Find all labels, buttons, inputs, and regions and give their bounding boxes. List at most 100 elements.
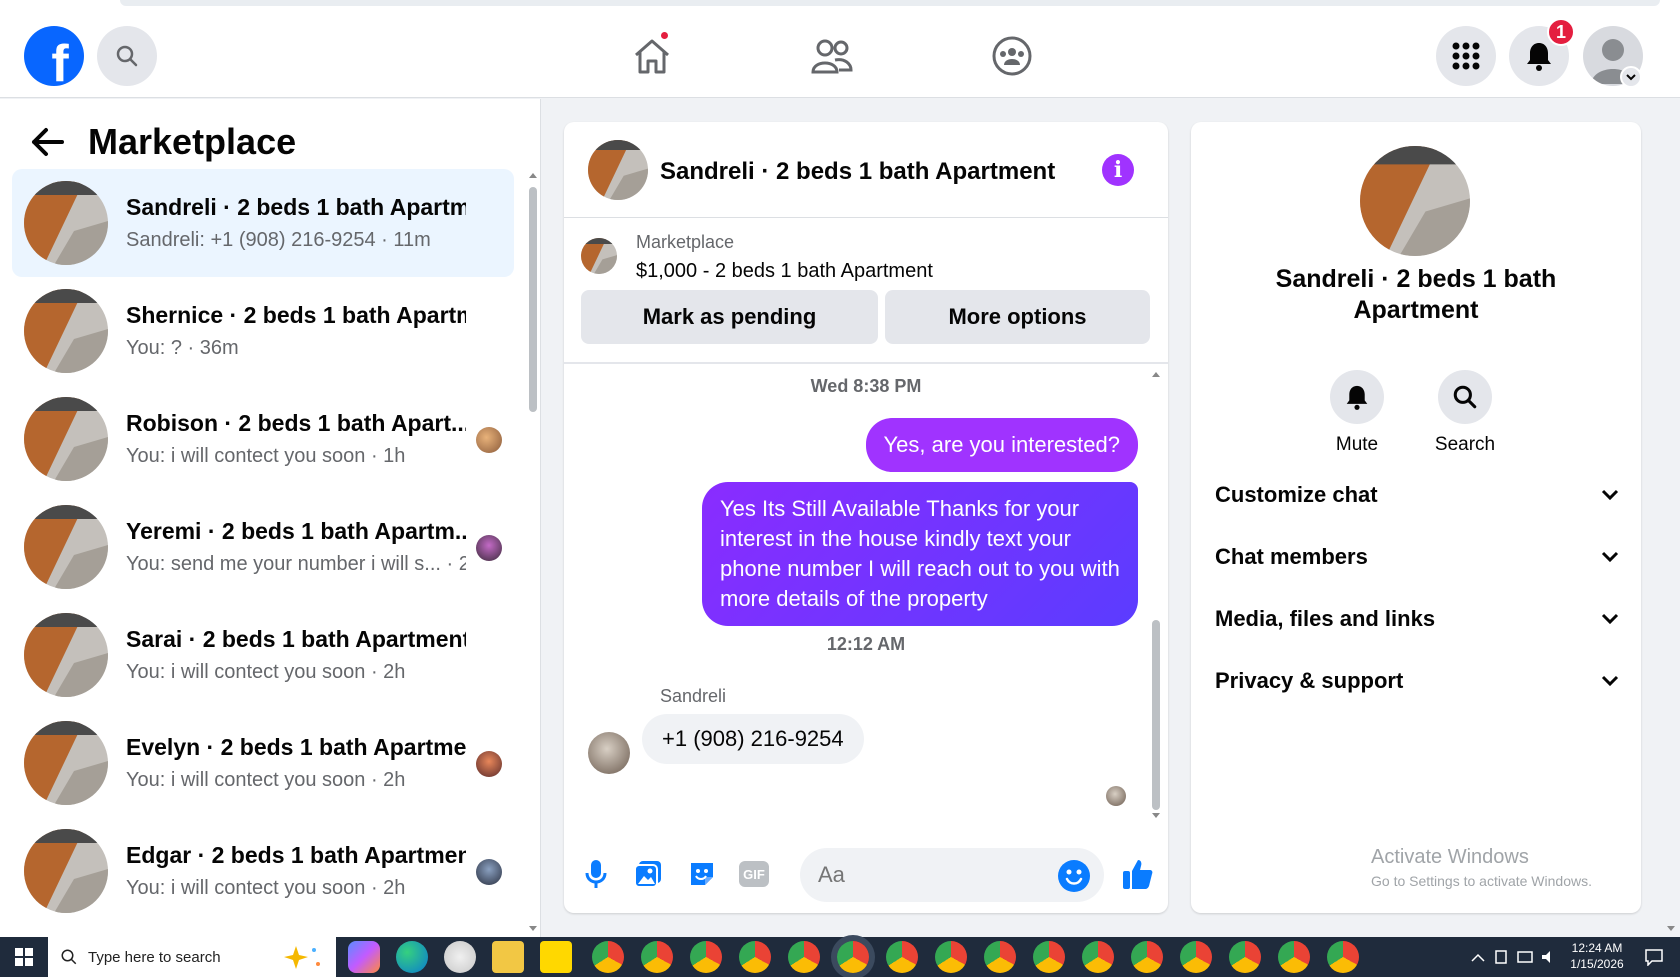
listing-title[interactable]: $1,000 - 2 beds 1 bath Apartment <box>636 260 933 283</box>
details-avatar[interactable] <box>1360 146 1470 256</box>
customize-chat-section[interactable]: Customize chat <box>1215 470 1619 520</box>
groups-icon <box>992 36 1032 76</box>
details-name: Sandreli · 2 beds 1 bath Apartment <box>1275 265 1557 324</box>
info-icon[interactable]: i <box>1102 154 1134 186</box>
chrome-app-icon-active[interactable] <box>837 941 869 973</box>
account-menu-chevron[interactable] <box>1620 66 1642 88</box>
chrome-app-icon[interactable] <box>886 941 918 973</box>
conversation-name: Edgar · 2 beds 1 bath Apartment <box>126 842 466 868</box>
notifications-button[interactable]: 1 <box>1509 18 1575 86</box>
edge-app-icon[interactable] <box>396 941 428 973</box>
chrome-app-icon[interactable] <box>641 941 673 973</box>
scroll-down-arrow-icon[interactable] <box>1150 812 1162 820</box>
incoming-message[interactable]: +1 (908) 216-9254 <box>642 714 864 764</box>
chrome-app-icon[interactable] <box>1278 941 1310 973</box>
chrome-app-icon[interactable] <box>1229 941 1261 973</box>
search-in-chat-action[interactable]: Search <box>1415 370 1515 456</box>
more-options-button[interactable]: More options <box>885 290 1150 344</box>
section-label: Chat members <box>1215 544 1368 569</box>
sticker-button[interactable] <box>682 854 722 894</box>
listing-category: Marketplace <box>636 232 735 252</box>
conversation-item[interactable]: Sarai · 2 beds 1 bath Apartment You: i wi… <box>12 601 514 709</box>
sender-avatar[interactable] <box>588 732 630 774</box>
scroll-down-arrow-icon[interactable] <box>1665 925 1677 933</box>
scroll-up-arrow-icon[interactable] <box>528 171 538 179</box>
scroll-up-arrow-icon[interactable] <box>1150 370 1162 378</box>
listing-thumbnail <box>24 721 108 805</box>
activate-windows-watermark: Activate Windows Go to Settings to activ… <box>1371 846 1592 889</box>
seen-avatar <box>476 427 502 453</box>
listing-thumbnail <box>24 181 108 265</box>
chrome-app-icon[interactable] <box>984 941 1016 973</box>
inbox-scrollbar[interactable] <box>528 169 538 931</box>
chat-avatar[interactable] <box>588 140 648 200</box>
chrome-app-icon[interactable] <box>1082 941 1114 973</box>
privacy-support-section[interactable]: Privacy & support <box>1215 656 1619 706</box>
media-files-links-section[interactable]: Media, files and links <box>1215 594 1619 644</box>
mute-action[interactable]: Mute <box>1307 370 1407 456</box>
sticky-notes-app-icon[interactable] <box>540 941 572 973</box>
voice-clip-button[interactable] <box>576 854 616 894</box>
thumbs-up-icon <box>1123 860 1153 889</box>
menu-button[interactable] <box>1436 26 1496 86</box>
windows-icon <box>15 948 33 966</box>
conversation-item[interactable]: Shernice · 2 beds 1 bath Apartment You: ?… <box>12 277 514 385</box>
conversation-item[interactable]: Sandreli · 2 beds 1 bath Apartment Sandre… <box>12 169 514 277</box>
inbox-title: Marketplace <box>88 121 297 162</box>
browser-strip <box>0 0 1680 14</box>
chrome-app-icon[interactable] <box>935 941 967 973</box>
emoji-button[interactable] <box>1058 860 1090 892</box>
home-tab[interactable] <box>630 30 674 78</box>
back-arrow-icon[interactable] <box>30 127 64 157</box>
mark-as-pending-button[interactable]: Mark as pending <box>581 290 878 344</box>
conversation-item[interactable]: Evelyn · 2 beds 1 bath Apartme... You: i … <box>12 709 514 817</box>
conversation-item[interactable]: Edgar · 2 beds 1 bath Apartment You: i wi… <box>12 817 514 925</box>
inbox-scrollbar-thumb[interactable] <box>529 187 537 412</box>
outgoing-message[interactable]: Yes, are you interested? <box>865 418 1138 472</box>
timestamp-separator: Wed 8:38 PM <box>810 376 922 396</box>
chrome-app-icon[interactable] <box>592 941 624 973</box>
friends-tab[interactable] <box>810 34 854 78</box>
chat-scrollbar[interactable] <box>1150 370 1162 820</box>
file-explorer-app-icon[interactable] <box>492 941 524 973</box>
listing-thumbnail[interactable] <box>581 238 617 274</box>
scroll-down-arrow-icon[interactable] <box>528 925 538 933</box>
message-composer: GIF <box>564 840 1168 910</box>
conversation-list: Sandreli · 2 beds 1 bath Apartment Sandre… <box>12 169 514 925</box>
chrome-app-icon[interactable] <box>1033 941 1065 973</box>
chrome-app-icon[interactable] <box>1131 941 1163 973</box>
facebook-logo-glyph: f <box>51 35 69 86</box>
facebook-logo[interactable]: f <box>24 26 84 86</box>
chrome-app-icon[interactable] <box>739 941 771 973</box>
read-receipt-avatar <box>1106 786 1126 806</box>
taskbar-search[interactable]: Type here to search <box>48 937 336 977</box>
chat-title[interactable]: Sandreli · 2 beds 1 bath Apartment <box>660 158 1055 186</box>
attach-photo-button[interactable] <box>628 854 668 894</box>
listing-thumbnail <box>24 397 108 481</box>
notification-center-icon[interactable] <box>1644 948 1664 966</box>
groups-tab[interactable] <box>990 34 1034 78</box>
chrome-app-icon[interactable] <box>690 941 722 973</box>
search-button[interactable] <box>97 26 157 86</box>
chrome-app-icon[interactable] <box>1180 941 1212 973</box>
gif-button[interactable]: GIF <box>734 854 774 894</box>
conversation-item[interactable]: Yeremi · 2 beds 1 bath Apartm... You: sen… <box>12 493 514 601</box>
start-button[interactable] <box>0 937 48 977</box>
like-button[interactable] <box>1118 854 1158 894</box>
paint-app-icon[interactable] <box>444 941 476 973</box>
chat-members-section[interactable]: Chat members <box>1215 532 1619 582</box>
conversation-item[interactable]: Robison · 2 beds 1 bath Apart... You: i w… <box>12 385 514 493</box>
search-icon <box>61 949 77 965</box>
chrome-app-icon[interactable] <box>788 941 820 973</box>
chrome-app-icon[interactable] <box>1327 941 1359 973</box>
copilot-app-icon[interactable] <box>348 941 380 973</box>
conversation-name: Robison · 2 beds 1 bath Apart... <box>126 410 466 436</box>
outgoing-message[interactable]: Yes Its Still Available Thanks for your … <box>702 482 1138 626</box>
taskbar-clock[interactable]: 12:24 AM 1/15/2026 <box>1562 940 1632 972</box>
chat-scrollbar-thumb[interactable] <box>1152 620 1160 810</box>
page-scrollbar[interactable] <box>1662 99 1680 937</box>
system-tray-icons[interactable] <box>1468 947 1558 967</box>
conversation-preview: You: i will contect you soon · 2h <box>126 661 406 683</box>
bell-icon <box>1346 385 1368 410</box>
chevron-down-icon <box>1601 613 1619 625</box>
